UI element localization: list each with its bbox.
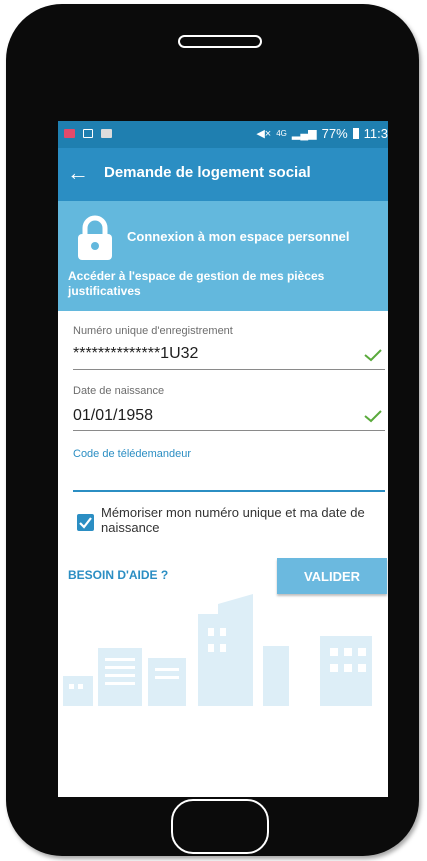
app-bar: ← Demande de logement social [58, 148, 388, 201]
back-arrow-icon[interactable]: ← [67, 161, 89, 185]
battery-icon [352, 128, 359, 139]
birthdate-field[interactable]: 01/01/1958 [73, 407, 153, 425]
screenshot-notification-icon [83, 129, 93, 138]
home-button[interactable] [171, 799, 269, 854]
login-subtitle: Accéder à l'espace de gestion de mes piè… [68, 269, 325, 298]
buildings-illustration-icon [63, 594, 372, 706]
code-field[interactable] [73, 465, 373, 485]
id-valid-check-icon [364, 349, 382, 362]
remember-label[interactable]: Mémoriser mon numéro unique et ma date d… [101, 505, 386, 535]
id-field[interactable]: **************1U32 [73, 345, 198, 363]
phone-frame: ◀× 4G ▂▄▆ 77% 11:3 ← Demande de logement… [6, 4, 419, 856]
message-notification-icon [64, 129, 75, 138]
help-link[interactable]: BESOIN D'AIDE ? [68, 568, 168, 582]
battery-percent: 77% [321, 126, 348, 141]
speaker-slot [178, 35, 262, 48]
app-screen: ◀× 4G ▂▄▆ 77% 11:3 ← Demande de logement… [58, 121, 388, 797]
id-underline [73, 369, 385, 370]
remember-checkbox[interactable] [77, 514, 94, 531]
app-notification-icon [101, 129, 112, 138]
status-bar: ◀× 4G ▂▄▆ 77% 11:3 [58, 121, 388, 148]
code-label: Code de télédemandeur [73, 448, 192, 460]
code-underline [73, 490, 385, 492]
birth-underline [73, 430, 385, 431]
clock: 11:3 [363, 126, 388, 141]
checkmark-icon [79, 517, 92, 529]
network-type: 4G [276, 129, 287, 138]
login-header: Connexion à mon espace personnel Accéder… [58, 201, 388, 311]
lock-icon [78, 215, 112, 260]
id-label: Numéro unique d'enregistrement [73, 325, 233, 337]
signal-icon: ▂▄▆ [291, 128, 317, 140]
login-title: Connexion à mon espace personnel [127, 229, 350, 244]
birth-valid-check-icon [364, 410, 382, 423]
mute-icon: ◀× [256, 128, 272, 140]
birth-label: Date de naissance [73, 385, 165, 397]
page-title: Demande de logement social [104, 164, 311, 181]
